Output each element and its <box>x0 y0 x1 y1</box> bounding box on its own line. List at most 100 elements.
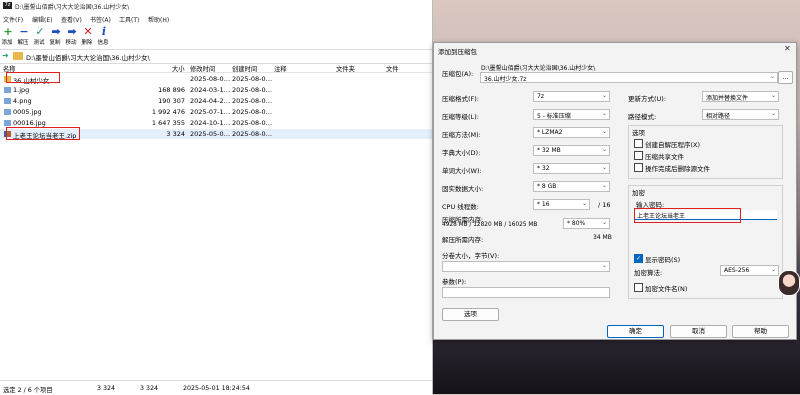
copy-arrow-icon: ➡ <box>51 25 61 38</box>
col-size[interactable]: 大小 <box>172 64 185 73</box>
menu-view[interactable]: 查看(V) <box>61 15 82 24</box>
menu-bookmarks[interactable]: 书签(A) <box>90 15 111 24</box>
file-modified: 2024-04-2… <box>190 97 231 105</box>
col-modified[interactable]: 修改时间 <box>190 64 215 73</box>
level-value: 5 - 标准压缩 <box>537 113 571 120</box>
close-icon[interactable]: ✕ <box>784 44 791 53</box>
info-icon: i <box>101 25 107 38</box>
cancel-button[interactable]: 取消 <box>670 325 727 338</box>
extract-button[interactable]: − 解压 <box>17 26 31 48</box>
status-bar: 选定 2 / 6 个项目 3 324 3 324 2025-05-01 18:2… <box>0 380 432 395</box>
archive-name-combo[interactable]: 36.山村少女.7z ⌄ <box>480 72 778 83</box>
file-created: 2025-08-0… <box>232 75 273 83</box>
encrypt-names-checkbox[interactable] <box>634 283 643 292</box>
params-input[interactable] <box>442 287 610 298</box>
browse-button[interactable]: ... <box>778 71 793 84</box>
mem-select[interactable]: * 80% ⌄ <box>563 218 610 229</box>
menu-file[interactable]: 文件(F) <box>3 15 23 24</box>
chevron-down-icon: ⌄ <box>769 73 775 80</box>
menu-help[interactable]: 帮助(H) <box>148 15 169 24</box>
archive-name-value: 36.山村少女.7z <box>484 76 527 83</box>
options-button[interactable]: 选项 <box>442 308 499 321</box>
solid-select[interactable]: * 8 GB ⌄ <box>533 181 610 192</box>
status-selected: 选定 2 / 6 个项目 <box>3 387 53 394</box>
archive-dir: D:\墨誓山佰爵\习大大论治国\36.山村少女\ <box>481 65 596 72</box>
level-label: 压缩等级(L): <box>442 113 479 121</box>
floating-avatar[interactable] <box>778 270 800 296</box>
move-button[interactable]: ➡ 移动 <box>65 26 79 48</box>
col-files[interactable]: 文件 <box>386 64 399 73</box>
check-icon: ✓ <box>35 25 45 38</box>
file-created: 2025-08-0… <box>232 119 273 127</box>
format-select[interactable]: 7z ⌄ <box>533 91 610 102</box>
plus-icon: + <box>3 25 13 38</box>
copy-button[interactable]: ➡ 复制 <box>49 26 63 48</box>
format-label: 压缩格式(F): <box>442 95 480 103</box>
level-select[interactable]: 5 - 标准压缩 ⌄ <box>533 109 610 120</box>
address-path[interactable]: D:\墨誓山佰爵\习大大论治国\36.山村少女\ <box>26 52 150 62</box>
split-select[interactable]: ⌄ <box>442 261 610 272</box>
path-mode-select[interactable]: 相对路径 ⌄ <box>702 109 779 120</box>
cpu-select[interactable]: * 16 ⌄ <box>533 199 590 210</box>
file-size: 1 647 355 <box>151 119 185 127</box>
mem-detail: 4928 MB / 12820 MB / 16025 MB <box>442 222 538 228</box>
delete-button[interactable]: ✕ 删除 <box>81 26 95 48</box>
menu-tools[interactable]: 工具(T) <box>119 15 139 24</box>
enc-method-select[interactable]: AES-256 ⌄ <box>720 265 779 276</box>
file-row[interactable]: 1.jpg 168 896 2024-03-1… 2025-08-0… <box>0 85 432 95</box>
method-select[interactable]: * LZMA2 ⌄ <box>533 127 610 138</box>
column-header: 名称 大小 修改时间 创建时间 注释 文件夹 文件 <box>0 63 432 73</box>
file-name: 4.png <box>13 97 32 105</box>
show-password-checkbox[interactable]: ✓ <box>634 254 643 263</box>
cpu-total: / 16 <box>598 201 611 209</box>
sfx-checkbox[interactable] <box>634 139 643 148</box>
enc-method-label: 加密算法: <box>634 269 663 277</box>
up-arrow-icon[interactable]: ➜ <box>2 52 10 60</box>
update-select[interactable]: 添加并替换文件 ⌄ <box>702 91 779 102</box>
dict-select[interactable]: * 32 MB ⌄ <box>533 145 610 156</box>
highlight-box <box>634 208 741 223</box>
info-button[interactable]: i 信息 <box>97 26 111 48</box>
move-label: 移动 <box>65 40 77 46</box>
chevron-down-icon: ⌄ <box>601 219 607 226</box>
file-row[interactable]: 36.山村少女 2025-08-0… 2025-08-0… <box>0 74 432 85</box>
file-created: 2025-08-0… <box>232 108 273 116</box>
test-button[interactable]: ✓ 测试 <box>33 26 47 48</box>
file-row[interactable]: 4.png 190 307 2024-04-2… 2025-08-0… <box>0 96 432 106</box>
status-size2: 3 324 <box>140 385 159 392</box>
file-name: 00016.jpg <box>13 119 46 127</box>
col-created[interactable]: 创建时间 <box>232 64 257 73</box>
menu-edit[interactable]: 编辑(E) <box>32 15 52 24</box>
word-select[interactable]: * 32 ⌄ <box>533 163 610 174</box>
highlight-box <box>6 72 60 83</box>
chevron-down-icon: ⌄ <box>601 128 607 135</box>
params-label: 参数(P): <box>442 278 467 286</box>
file-modified: 2025-05-0… <box>190 130 231 138</box>
ok-button[interactable]: 确定 <box>607 325 664 338</box>
method-value: * LZMA2 <box>537 129 563 136</box>
help-button[interactable]: 帮助 <box>732 325 789 338</box>
show-password-label: 显示密码(S) <box>645 256 681 264</box>
file-row[interactable]: 0005.jpg 1 992 476 2025-07-1… 2025-08-0… <box>0 107 432 117</box>
col-folders[interactable]: 文件夹 <box>336 64 355 73</box>
archive-label: 压缩包(A): <box>442 70 474 78</box>
add-button[interactable]: + 添加 <box>1 26 15 48</box>
copy-label: 复制 <box>49 40 61 46</box>
sfx-label: 创建自解压程序(X) <box>645 141 701 149</box>
extract-label: 解压 <box>17 40 29 46</box>
file-created: 2025-08-0… <box>232 130 273 138</box>
delete-after-checkbox[interactable] <box>634 163 643 172</box>
folder-icon <box>13 52 23 60</box>
status-size1: 3 324 <box>97 385 116 392</box>
encryption-group-label: 加密 <box>632 189 645 197</box>
cpu-value: * 16 <box>537 201 550 208</box>
col-comment[interactable]: 注释 <box>274 64 287 73</box>
file-modified: 2025-08-0… <box>190 75 231 83</box>
shared-checkbox[interactable] <box>634 151 643 160</box>
status-datetime: 2025-05-01 18:24:54 <box>183 385 250 392</box>
image-file-icon <box>4 109 11 115</box>
update-label: 更新方式(U): <box>628 95 667 103</box>
chevron-down-icon: ⌄ <box>601 164 607 171</box>
chevron-down-icon: ⌄ <box>770 110 776 117</box>
minus-icon: − <box>19 25 29 38</box>
